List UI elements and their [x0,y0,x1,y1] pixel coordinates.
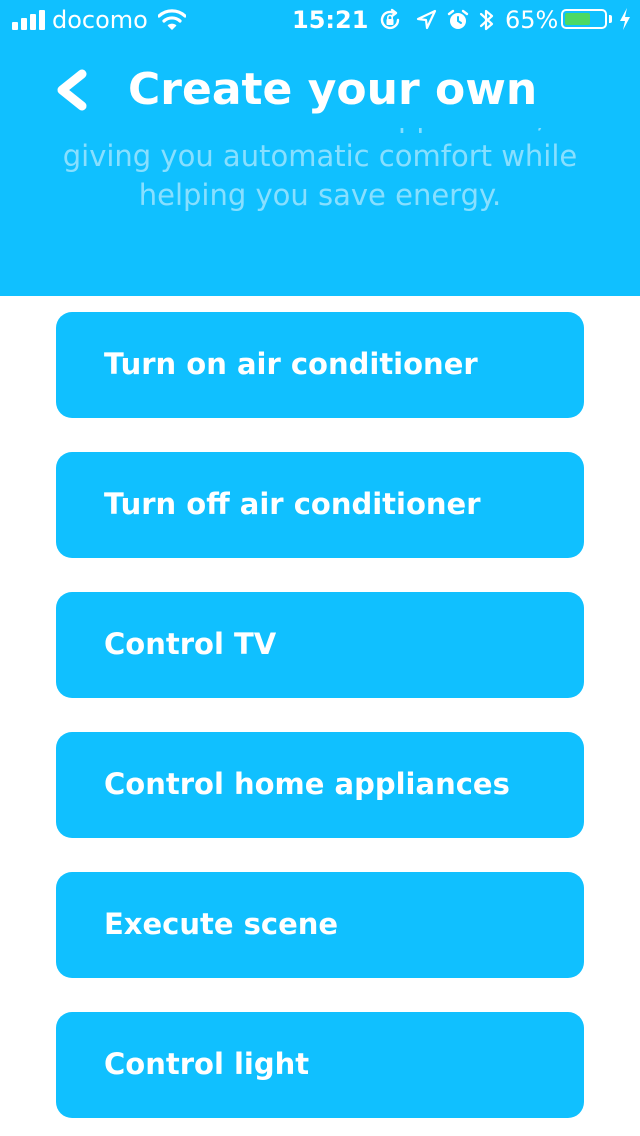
alarm-icon [446,6,470,40]
status-bar: docomo 15:21 65% [0,0,640,40]
location-icon [415,6,437,40]
header: docomo 15:21 65% Create your own giving … [0,0,640,296]
action-label: Turn on air conditioner [104,347,478,381]
status-icons [378,6,508,34]
action-label: Control TV [104,627,277,661]
rotation-lock-icon [378,6,402,40]
battery-percent: 65% [505,6,559,34]
page-title: Create your own [128,64,538,115]
description-line: helping you save energy. [138,178,502,212]
chevron-left-icon [48,69,104,124]
carrier-name: docomo [52,6,148,34]
description-line: and audio to smart appliances, [50,128,590,137]
action-label: Control home appliances [104,767,510,801]
action-label: Turn off air conditioner [104,487,481,521]
battery-level [565,13,590,25]
description: and audio to smart appliances, giving yo… [50,128,590,215]
description-line: giving you automatic comfort while [62,139,578,173]
back-button[interactable] [48,60,104,120]
bluetooth-icon [478,6,496,41]
clock: 15:21 [292,6,369,34]
battery-icon [561,9,607,29]
battery-nub [609,15,612,23]
action-label: Control light [104,1047,310,1081]
turn-on-air-conditioner-button[interactable]: Turn on air conditioner [56,312,584,418]
control-light-button[interactable]: Control light [56,1012,584,1118]
action-label: Execute scene [104,907,339,941]
execute-scene-button[interactable]: Execute scene [56,872,584,978]
control-home-appliances-button[interactable]: Control home appliances [56,732,584,838]
screen: docomo 15:21 65% Create your own giving … [0,0,640,1136]
control-tv-button[interactable]: Control TV [56,592,584,698]
signal-icon [12,10,48,30]
turn-off-air-conditioner-button[interactable]: Turn off air conditioner [56,452,584,558]
wifi-icon [157,8,187,36]
charging-icon [618,7,632,37]
description-viewport: and audio to smart appliances, giving yo… [0,128,640,248]
action-list: Turn on air conditioner Turn off air con… [56,312,584,1136]
